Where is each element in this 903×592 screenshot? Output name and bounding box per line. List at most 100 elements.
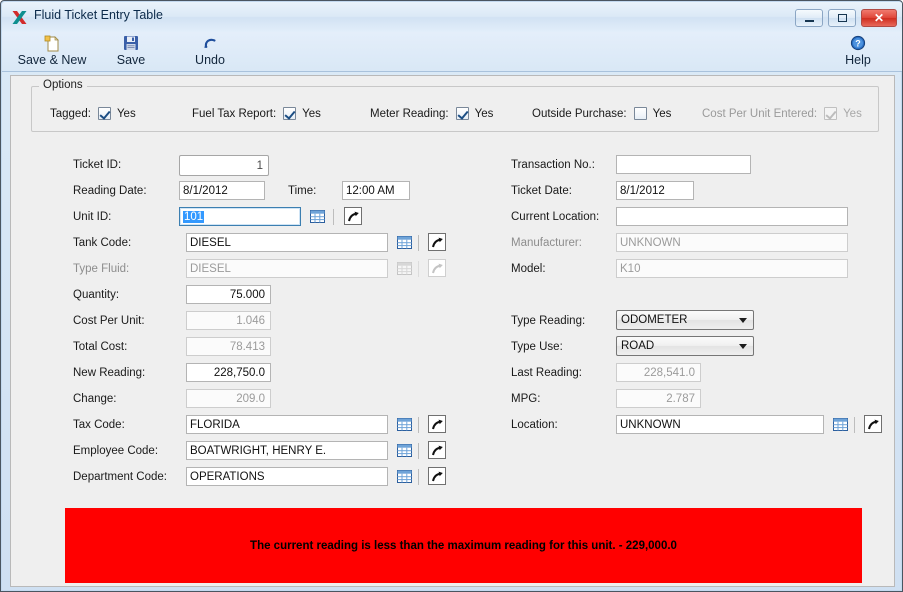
- save-and-new-button[interactable]: Save & New: [7, 33, 97, 71]
- minimize-button[interactable]: [795, 9, 823, 27]
- unit-id-grid-lookup-icon[interactable]: [308, 207, 326, 225]
- type-reading-combobox[interactable]: ODOMETER: [616, 310, 754, 330]
- employee-code-jump-to-button[interactable]: [428, 441, 446, 459]
- time-input[interactable]: 12:00 AM: [342, 181, 410, 200]
- option-tagged-label: Tagged:: [50, 107, 91, 120]
- type-fluid-jump-to-button: [428, 259, 446, 277]
- close-button[interactable]: ✕: [861, 9, 897, 27]
- manufacturer-input: UNKNOWN: [616, 233, 848, 252]
- change-label: Change:: [73, 393, 117, 405]
- option-outside-purchase-checkbox[interactable]: [633, 107, 647, 120]
- current-location-label: Current Location:: [511, 211, 600, 223]
- new-reading-input[interactable]: 228,750.0: [186, 363, 271, 382]
- reading-date-label: Reading Date:: [73, 185, 147, 197]
- ticket-date-label: Ticket Date:: [511, 185, 572, 197]
- title-bar: Fluid Ticket Entry Table ✕: [2, 2, 902, 32]
- reading-date-input[interactable]: 8/1/2012: [179, 181, 265, 200]
- jump-to-arrow-icon: [431, 237, 443, 247]
- jump-to-arrow-icon: [431, 263, 443, 273]
- unit-id-jump-to-button[interactable]: [344, 207, 362, 225]
- time-label: Time:: [288, 185, 317, 197]
- help-question-icon: ?: [830, 34, 886, 52]
- option-meter-reading-label: Meter Reading:: [370, 107, 449, 120]
- department-code-jump-to-button[interactable]: [428, 467, 446, 485]
- tank-code-input[interactable]: DIESEL: [186, 233, 388, 252]
- last-reading-input: 228,541.0: [616, 363, 701, 382]
- save-and-new-label: Save & New: [17, 53, 87, 67]
- help-label: Help: [845, 53, 871, 67]
- option-cost-per-unit-entered-value: Yes: [843, 107, 862, 120]
- undo-arrow-icon: [177, 34, 243, 52]
- ribbon-toolbar: Save & New Save Undo ? Help: [2, 32, 902, 72]
- ticket-date-input[interactable]: 8/1/2012: [616, 181, 694, 200]
- mpg-label: MPG:: [511, 393, 541, 405]
- app-logo-icon: [12, 11, 27, 24]
- option-meter-reading-value: Yes: [474, 107, 494, 120]
- current-location-input[interactable]: [616, 207, 848, 226]
- minimize-icon: [796, 10, 822, 26]
- option-tagged-checkbox[interactable]: [97, 107, 111, 120]
- location-input[interactable]: UNKNOWN: [616, 415, 824, 434]
- type-fluid-grid-lookup-icon: [395, 259, 413, 277]
- department-code-separator: [418, 469, 419, 485]
- unit-id-label: Unit ID:: [73, 211, 112, 223]
- transaction-no-label: Transaction No.:: [511, 159, 595, 171]
- type-reading-label: Type Reading:: [511, 315, 586, 327]
- help-button[interactable]: ? Help: [830, 33, 886, 71]
- save-label: Save: [116, 53, 146, 67]
- jump-to-arrow-icon: [431, 419, 443, 429]
- tank-code-separator: [418, 235, 419, 251]
- close-icon: ✕: [873, 11, 885, 25]
- quantity-label: Quantity:: [73, 289, 120, 301]
- type-fluid-input: DIESEL: [186, 259, 388, 278]
- floppy-disk-icon: [102, 34, 160, 52]
- ticket-id-label: Ticket ID:: [73, 159, 122, 171]
- svg-text:?: ?: [855, 39, 861, 49]
- undo-button[interactable]: Undo: [177, 33, 243, 71]
- option-cost-per-unit-entered: Cost Per Unit Entered: Yes: [702, 107, 862, 120]
- transaction-no-input[interactable]: [616, 155, 751, 174]
- error-message: The current reading is less than the max…: [250, 539, 677, 552]
- tax-code-input[interactable]: FLORIDA: [186, 415, 388, 434]
- total-cost-input: 78.413: [186, 337, 271, 356]
- option-tagged-value: Yes: [116, 107, 136, 120]
- tax-code-grid-lookup-icon[interactable]: [395, 415, 413, 433]
- save-button[interactable]: Save: [102, 33, 160, 71]
- unit-id-input[interactable]: 101: [179, 207, 301, 226]
- tank-code-jump-to-button[interactable]: [428, 233, 446, 251]
- ticket-id-input[interactable]: 1: [179, 155, 269, 176]
- tax-code-jump-to-button[interactable]: [428, 415, 446, 433]
- department-code-grid-lookup-icon[interactable]: [395, 467, 413, 485]
- window-frame: Fluid Ticket Entry Table ✕ Save & New Sa…: [2, 2, 902, 590]
- location-jump-to-button[interactable]: [864, 415, 882, 433]
- options-legend: Options: [39, 79, 87, 91]
- location-label: Location:: [511, 419, 558, 431]
- employee-code-grid-lookup-icon[interactable]: [395, 441, 413, 459]
- tax-code-separator: [418, 417, 419, 433]
- type-reading-value: ODOMETER: [621, 314, 688, 326]
- employee-code-input[interactable]: BOATWRIGHT, HENRY E.: [186, 441, 388, 460]
- cost-per-unit-label: Cost Per Unit:: [73, 315, 145, 327]
- form-client-area: Options Tagged: Yes Fuel Tax Report: Yes…: [10, 75, 895, 587]
- type-use-combobox[interactable]: ROAD: [616, 336, 754, 356]
- last-reading-label: Last Reading:: [511, 367, 582, 379]
- type-use-value: ROAD: [621, 340, 655, 352]
- location-grid-lookup-icon[interactable]: [831, 415, 849, 433]
- option-outside-purchase: Outside Purchase: Yes: [532, 107, 671, 120]
- maximize-icon: [829, 10, 855, 26]
- mpg-input: 2.787: [616, 389, 701, 408]
- option-meter-reading-checkbox[interactable]: [455, 107, 469, 120]
- option-fuel-tax-report-checkbox[interactable]: [283, 107, 297, 120]
- tank-code-grid-lookup-icon[interactable]: [395, 233, 413, 251]
- option-outside-purchase-value: Yes: [652, 107, 672, 120]
- jump-to-arrow-icon: [431, 471, 443, 481]
- department-code-input[interactable]: OPERATIONS: [186, 467, 388, 486]
- tax-code-label: Tax Code:: [73, 419, 125, 431]
- unit-id-separator: [333, 209, 334, 225]
- option-fuel-tax-report: Fuel Tax Report: Yes: [192, 107, 321, 120]
- option-fuel-tax-report-value: Yes: [302, 107, 321, 120]
- maximize-button[interactable]: [828, 9, 856, 27]
- total-cost-label: Total Cost:: [73, 341, 128, 353]
- quantity-input[interactable]: 75.000: [186, 285, 271, 304]
- application-window: Fluid Ticket Entry Table ✕ Save & New Sa…: [0, 0, 903, 592]
